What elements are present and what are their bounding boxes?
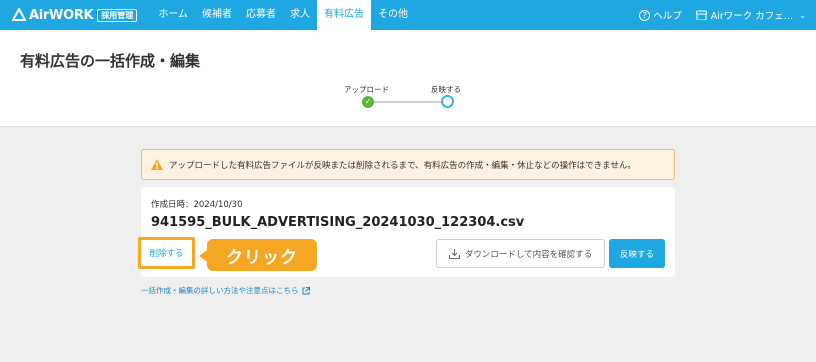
account-menu[interactable]: Airワーク カフェ… ⌄ <box>695 8 806 22</box>
download-label: ダウンロードして内容を確認する <box>464 249 593 260</box>
click-callout: クリック <box>199 239 317 271</box>
page-header: 有料広告の一括作成・編集 アップロード 反映する ✓ <box>0 30 816 127</box>
help-link-label: 一括作成・編集の詳しい方法や注意点はこちら <box>141 286 299 295</box>
step-reflect-label: 反映する <box>431 85 461 94</box>
download-button[interactable]: ダウンロードして内容を確認する <box>436 239 605 268</box>
current-step-icon <box>441 95 454 108</box>
created-date: 作成日時：2024/10/30 <box>151 200 243 210</box>
page-title: 有料広告の一括作成・編集 <box>20 52 201 70</box>
top-nav-bar: AirWORK 採用管理 ホーム 候補者 応募者 求人 有料広告 その他 ? ヘ… <box>0 0 816 30</box>
account-label: Airワーク カフェ… <box>710 11 794 22</box>
nav-item-home[interactable]: ホーム <box>151 0 195 30</box>
top-right-menu: ? ヘルプ Airワーク カフェ… ⌄ <box>639 0 806 30</box>
nav-item-other[interactable]: その他 <box>371 0 415 30</box>
upload-file-card: 作成日時：2024/10/30 941595_BULK_ADVERTISING_… <box>138 187 675 277</box>
check-icon: ✓ <box>362 96 374 108</box>
main-nav: ホーム 候補者 応募者 求人 有料広告 その他 <box>151 0 415 30</box>
download-icon <box>448 248 460 259</box>
nav-item-candidates[interactable]: 候補者 <box>195 0 239 30</box>
airwork-logo[interactable]: AirWORK 採用管理 <box>12 0 138 30</box>
help-link[interactable]: ? ヘルプ <box>639 8 682 22</box>
warning-icon <box>151 159 163 170</box>
airwork-logo-icon <box>12 8 26 22</box>
nav-item-paid-ads[interactable]: 有料広告 <box>317 0 372 30</box>
reflect-button[interactable]: 反映する <box>609 239 665 268</box>
file-name: 941595_BULK_ADVERTISING_20241030_122304.… <box>151 215 525 230</box>
external-link-icon <box>302 286 310 295</box>
warning-banner: アップロードした有料広告ファイルが反映または削除されるまで、有料広告の作成・編集… <box>141 149 675 180</box>
progress-stepper: アップロード 反映する ✓ <box>330 82 480 122</box>
bulk-edit-help-link[interactable]: 一括作成・編集の詳しい方法や注意点はこちら <box>141 285 310 296</box>
help-icon: ? <box>639 9 651 21</box>
warning-text: アップロードした有料広告ファイルが反映または削除されるまで、有料広告の作成・編集… <box>169 160 636 171</box>
delete-button[interactable]: 削除する <box>138 237 195 269</box>
step-connector <box>374 101 446 103</box>
shop-icon <box>695 10 708 21</box>
logo-text: AirWORK <box>29 7 94 23</box>
step-upload-label: アップロード <box>344 85 389 94</box>
chevron-down-icon: ⌄ <box>799 10 806 20</box>
help-label: ヘルプ <box>653 11 682 22</box>
nav-item-applicants[interactable]: 応募者 <box>239 0 283 30</box>
logo-badge: 採用管理 <box>97 8 138 22</box>
nav-item-jobs[interactable]: 求人 <box>283 0 317 30</box>
